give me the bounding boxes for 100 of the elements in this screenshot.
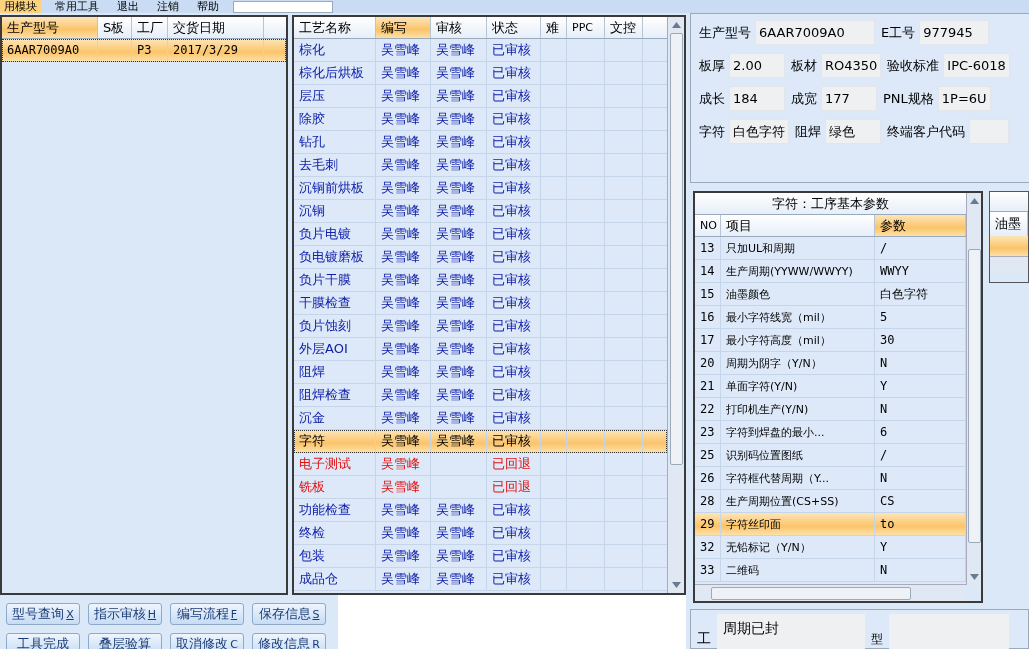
table-row[interactable]: 电子测试 吴雪峰 已回退 bbox=[294, 453, 667, 476]
column-header[interactable]: S板 bbox=[98, 17, 132, 38]
table-row[interactable]: 负片蚀刻 吴雪峰 吴雪峰 已审核 bbox=[294, 315, 667, 338]
menu-item[interactable]: 注销 bbox=[153, 0, 183, 13]
table-cell: 已审核 bbox=[487, 384, 541, 406]
table-row[interactable]: 负片电镀 吴雪峰 吴雪峰 已审核 bbox=[294, 223, 667, 246]
scroll-up-icon[interactable] bbox=[969, 198, 979, 204]
table-row[interactable]: 33 二维码 N bbox=[695, 559, 966, 582]
table-row[interactable]: 负电镀磨板 吴雪峰 吴雪峰 已审核 bbox=[294, 246, 667, 269]
input-field[interactable] bbox=[889, 614, 1009, 649]
column-header[interactable]: 工厂 bbox=[132, 17, 168, 38]
column-header[interactable]: 审核 bbox=[431, 17, 487, 38]
scroll-up-icon[interactable] bbox=[671, 22, 681, 28]
scroll-thumb[interactable] bbox=[967, 249, 981, 543]
table-row[interactable]: 棕化后烘板 吴雪峰 吴雪峰 已审核 bbox=[294, 62, 667, 85]
value-field[interactable]: 977945 bbox=[919, 20, 990, 45]
table-row[interactable]: 阻焊 吴雪峰 吴雪峰 已审核 bbox=[294, 361, 667, 384]
table-row[interactable]: 20 周期为阴字（Y/N） N bbox=[695, 352, 966, 375]
table-row[interactable]: 6AAR7009A0 P3 2017/3/29 bbox=[2, 39, 286, 62]
value-field[interactable]: 177 bbox=[821, 86, 877, 111]
column-header[interactable]: PPC bbox=[567, 17, 605, 38]
value-field[interactable]: 1P=6U bbox=[937, 86, 991, 111]
table-row[interactable]: 21 单面字符(Y/N) Y bbox=[695, 375, 966, 398]
action-button[interactable]: 保存信息S bbox=[252, 603, 326, 625]
table-row[interactable]: 铣板 吴雪峰 已回退 bbox=[294, 476, 667, 499]
table-cell: 层压 bbox=[294, 85, 376, 107]
menu-field[interactable] bbox=[233, 0, 333, 13]
table-row[interactable]: 外层AOI 吴雪峰 吴雪峰 已审核 bbox=[294, 338, 667, 361]
scroll-down-icon[interactable] bbox=[671, 582, 681, 588]
value-field[interactable]: 2.00 bbox=[729, 53, 785, 78]
action-button[interactable]: 编写流程F bbox=[170, 603, 244, 625]
table-row[interactable]: 15 油墨颜色 白色字符 bbox=[695, 283, 966, 306]
horizontal-scrollbar[interactable] bbox=[990, 256, 1028, 273]
table-row[interactable]: 终检 吴雪峰 吴雪峰 已审核 bbox=[294, 522, 667, 545]
table-row[interactable]: 17 最小字符高度（mil） 30 bbox=[695, 329, 966, 352]
table-cell: 6AAR7009A0 bbox=[2, 39, 98, 61]
scroll-thumb[interactable] bbox=[711, 586, 911, 600]
table-row[interactable]: 棕化 吴雪峰 吴雪峰 已审核 bbox=[294, 39, 667, 62]
table-row[interactable] bbox=[990, 236, 1028, 256]
column-header[interactable]: 难 bbox=[541, 17, 567, 38]
table-row[interactable]: 22 打印机生产(Y/N) N bbox=[695, 398, 966, 421]
menu-item[interactable]: 常用工具 bbox=[51, 0, 103, 13]
grid-title: 字符：工序基本参数 bbox=[772, 194, 889, 213]
column-header[interactable]: 状态 bbox=[487, 17, 541, 38]
column-header[interactable]: 参数 bbox=[875, 215, 966, 236]
table-cell: 沉铜 bbox=[294, 200, 376, 222]
table-row[interactable]: 25 识别码位置图纸 / bbox=[695, 444, 966, 467]
column-header[interactable]: 文控 bbox=[605, 17, 643, 38]
value-field[interactable]: 6AAR7009A0 bbox=[755, 20, 875, 45]
field-label: 板材 bbox=[791, 56, 817, 75]
table-cell: 除胶 bbox=[294, 108, 376, 130]
table-row[interactable]: 26 字符框代替周期（Y... N bbox=[695, 467, 966, 490]
table-row[interactable]: 钻孔 吴雪峰 吴雪峰 已审核 bbox=[294, 131, 667, 154]
table-row[interactable]: 29 字符丝印面 to bbox=[695, 513, 966, 536]
table-row[interactable]: 负片干膜 吴雪峰 吴雪峰 已审核 bbox=[294, 269, 667, 292]
table-row[interactable]: 14 生产周期(YYWW/WWYY) WWYY bbox=[695, 260, 966, 283]
table-cell: 吴雪峰 bbox=[376, 476, 431, 498]
action-button[interactable]: 指示审核 H bbox=[88, 603, 162, 625]
table-row[interactable]: 干膜检查 吴雪峰 吴雪峰 已审核 bbox=[294, 292, 667, 315]
scroll-down-icon[interactable] bbox=[969, 574, 979, 580]
table-row[interactable]: 除胶 吴雪峰 吴雪峰 已审核 bbox=[294, 108, 667, 131]
grid-header bbox=[990, 192, 1028, 212]
table-row[interactable]: 沉铜前烘板 吴雪峰 吴雪峰 已审核 bbox=[294, 177, 667, 200]
scroll-thumb[interactable] bbox=[669, 33, 683, 465]
menu-item[interactable]: 退出 bbox=[113, 0, 143, 13]
action-button[interactable]: 型号查询 X bbox=[6, 603, 80, 625]
table-row[interactable]: 成品仓 吴雪峰 吴雪峰 已审核 bbox=[294, 568, 667, 591]
table-row[interactable]: 23 字符到焊盘的最小... 6 bbox=[695, 421, 966, 444]
table-row[interactable]: 去毛刺 吴雪峰 吴雪峰 已审核 bbox=[294, 154, 667, 177]
value-field[interactable]: 绿色 bbox=[825, 119, 881, 144]
menu-item[interactable]: 帮助 bbox=[193, 0, 223, 13]
table-row[interactable]: 字符 吴雪峰 吴雪峰 已审核 bbox=[294, 430, 667, 453]
table-row[interactable]: 13 只加UL和周期 / bbox=[695, 237, 966, 260]
table-row[interactable]: 28 生产周期位置(CS+SS) CS bbox=[695, 490, 966, 513]
table-cell: 阻焊检查 bbox=[294, 384, 376, 406]
value-field[interactable]: RO4350 bbox=[821, 53, 882, 78]
note-field[interactable]: 周期已封 bbox=[717, 614, 865, 649]
action-button[interactable]: 叠层验算 bbox=[88, 633, 162, 649]
column-header[interactable]: 编写 bbox=[376, 17, 431, 38]
table-cell: 吴雪峰 bbox=[431, 384, 487, 406]
vertical-scrollbar[interactable] bbox=[966, 193, 982, 585]
table-row[interactable]: 沉金 吴雪峰 吴雪峰 已审核 bbox=[294, 407, 667, 430]
value-field[interactable]: IPC-6018 bbox=[943, 53, 1010, 78]
horizontal-scrollbar[interactable] bbox=[695, 584, 966, 601]
table-row[interactable]: 16 最小字符线宽（mil） 5 bbox=[695, 306, 966, 329]
table-cell: 吴雪峰 bbox=[431, 407, 487, 429]
table-cell: 周期为阴字（Y/N） bbox=[721, 352, 875, 374]
table-row[interactable]: 层压 吴雪峰 吴雪峰 已审核 bbox=[294, 85, 667, 108]
column-header[interactable]: NO bbox=[695, 215, 721, 236]
table-row[interactable]: 功能检查 吴雪峰 吴雪峰 已审核 bbox=[294, 499, 667, 522]
value-field[interactable]: 184 bbox=[729, 86, 785, 111]
table-row[interactable]: 阻焊检查 吴雪峰 吴雪峰 已审核 bbox=[294, 384, 667, 407]
vertical-scrollbar[interactable] bbox=[667, 17, 684, 593]
menu-item[interactable]: 用模块 bbox=[0, 0, 41, 13]
column-header[interactable]: 生产型号 bbox=[2, 17, 98, 38]
value-field[interactable]: 白色字符 bbox=[729, 119, 789, 144]
table-row[interactable]: 沉铜 吴雪峰 吴雪峰 已审核 bbox=[294, 200, 667, 223]
table-row[interactable]: 32 无铅标记（Y/N） Y bbox=[695, 536, 966, 559]
table-row[interactable]: 包装 吴雪峰 吴雪峰 已审核 bbox=[294, 545, 667, 568]
column-header[interactable]: 交货日期 bbox=[168, 17, 264, 38]
